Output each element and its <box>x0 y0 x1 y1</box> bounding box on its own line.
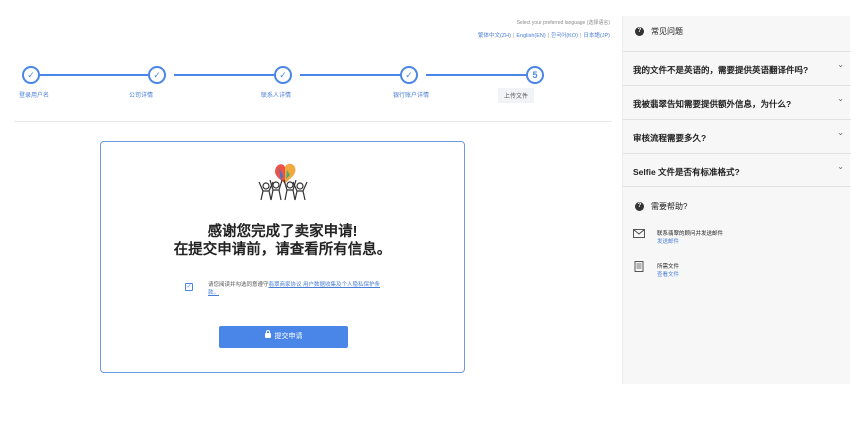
agreement-prefix: 请您阅读并勾选同意遵守 <box>208 282 269 288</box>
step-connector <box>174 74 282 76</box>
language-option-en[interactable]: English(EN) <box>516 33 545 39</box>
submit-application-button[interactable]: 提交申请 <box>219 326 348 348</box>
step-5-current-indicator[interactable]: 5 <box>526 66 544 84</box>
document-icon <box>634 261 644 272</box>
chevron-down-icon[interactable]: ⌄ <box>837 94 844 103</box>
faq-item[interactable]: 我被翡翠告知需要提供额外信息，为什么? ⌄ <box>623 85 851 119</box>
view-documents-link[interactable]: 查看文件 <box>657 270 679 278</box>
step-3-complete-icon[interactable]: ✓ <box>274 66 292 84</box>
step-connector <box>426 74 526 76</box>
faq-item[interactable]: Selfie 文件是否有标准格式? ⌄ <box>623 153 851 187</box>
faq-question: 我被翡翠告知需要提供额外信息，为什么? <box>633 99 792 109</box>
step-2-label[interactable]: 公司详情 <box>129 90 153 99</box>
divider <box>14 121 612 122</box>
help-item-title: 所需文件 <box>657 264 680 270</box>
help-sidebar: ? 常见问题 我的文件不是英语的，需要提供英语翻译件吗? ⌄ 我被翡翠告知需要提供… <box>622 16 851 384</box>
step-connector <box>300 74 408 76</box>
faq-question: Selfie 文件是否有标准格式? <box>633 167 740 177</box>
step-5-label: 上传文件 <box>497 88 535 103</box>
language-hint: Select your preferred language (选择语言) <box>516 20 610 26</box>
faq-item[interactable]: 我的文件不是英语的，需要提供英语翻译件吗? ⌄ <box>623 51 851 85</box>
help-item-title: 联系翡翠的顾问并发送邮件 <box>657 231 724 237</box>
submit-label: 提交申请 <box>274 333 303 340</box>
celebration-illustration <box>258 163 308 201</box>
application-main: Select your preferred language (选择语言) 繁体… <box>0 0 622 439</box>
faq-question: 审核流程需要多久? <box>633 133 707 143</box>
language-option-zh[interactable]: 繁体中文(ZH) <box>478 33 511 39</box>
send-email-link[interactable]: 发送邮件 <box>657 237 679 245</box>
help-heading: ? 需要帮助? <box>635 201 687 212</box>
chevron-down-icon[interactable]: ⌄ <box>837 128 844 137</box>
faq-heading-label: 常见问题 <box>651 27 683 36</box>
submission-card: 感谢您完成了卖家申请! 在提交申请前，请查看所有信息。 ✓ 请您阅读并勾选同意遵… <box>100 141 465 373</box>
step-connector <box>32 74 156 76</box>
language-option-ko[interactable]: 한국어(KO) <box>551 33 578 39</box>
step-2-complete-icon[interactable]: ✓ <box>148 66 166 84</box>
chevron-down-icon[interactable]: ⌄ <box>837 162 844 171</box>
agreement-text: 请您阅读并勾选同意遵守翡翠商家协议 用户数据收集及个人隐私保护条款。 <box>208 281 388 297</box>
lock-icon <box>264 329 271 338</box>
question-icon: ? <box>635 27 644 36</box>
mail-icon <box>633 229 645 238</box>
step-4-label[interactable]: 银行账户详情 <box>393 90 429 99</box>
step-3-label[interactable]: 联系人详情 <box>261 90 291 99</box>
faq-heading: ? 常见问题 <box>635 26 683 37</box>
language-option-jp[interactable]: 日本語(JP) <box>583 33 610 39</box>
chevron-down-icon[interactable]: ⌄ <box>837 60 844 69</box>
faq-question: 我的文件不是英语的，需要提供英语翻译件吗? <box>633 65 809 75</box>
step-1-label[interactable]: 登录用户名 <box>19 90 49 99</box>
step-4-complete-icon[interactable]: ✓ <box>400 66 418 84</box>
faq-item[interactable]: 审核流程需要多久? ⌄ <box>623 119 851 153</box>
help-heading-label: 需要帮助? <box>651 202 688 211</box>
progress-stepper: ✓ ✓ ✓ ✓ 5 登录用户名 公司详情 联系人详情 银行账户详情 上传文件 <box>14 66 554 103</box>
agree-checkbox[interactable]: ✓ <box>185 283 193 291</box>
language-selector: 繁体中文(ZH) | English(EN) | 한국어(KO) | 日本語(JP) <box>478 31 610 39</box>
step-1-complete-icon[interactable]: ✓ <box>22 66 40 84</box>
card-title-line-2: 在提交申请前，请查看所有信息。 <box>173 242 392 258</box>
question-icon: ? <box>635 202 644 211</box>
